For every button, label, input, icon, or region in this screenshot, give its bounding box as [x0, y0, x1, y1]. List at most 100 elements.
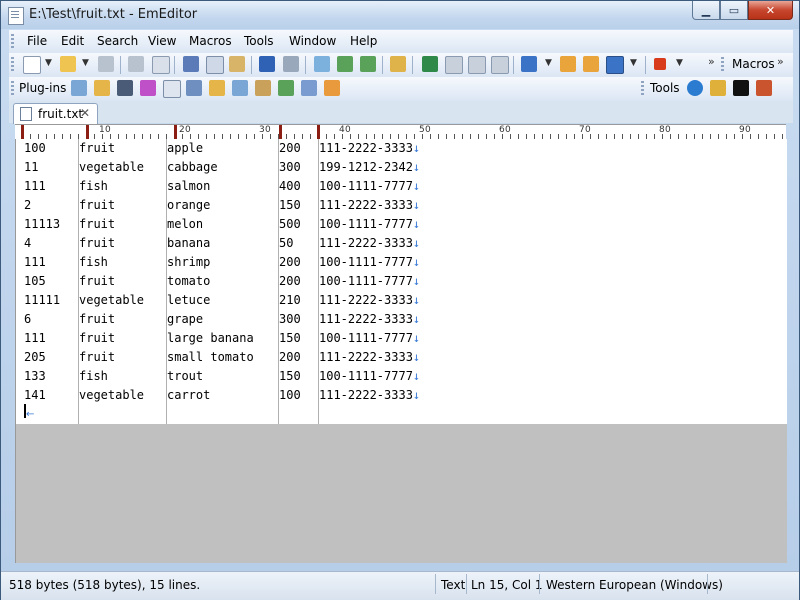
tools-toolbar-grip[interactable] [641, 81, 644, 97]
customize-icon[interactable] [583, 56, 599, 72]
status-separator [435, 574, 436, 594]
list-view-icon[interactable] [422, 56, 438, 72]
menu-tools[interactable]: Tools [244, 34, 274, 48]
cursor-position-status[interactable]: Ln 15, Col 1 [471, 578, 543, 592]
amount-field: 200 [279, 255, 301, 269]
plugins-toolbar: Plug-ins Tools [9, 77, 793, 102]
amount-field: 400 [279, 179, 301, 193]
internet-explorer-icon[interactable] [687, 80, 703, 96]
ruler-number: 0 [745, 125, 751, 135]
config-dropdown-arrow[interactable]: ▼ [545, 58, 552, 68]
menu-grip[interactable] [11, 34, 14, 50]
properties-icon[interactable] [560, 56, 576, 72]
column-ruler[interactable]: 1 0 2 0 3 0 4 0 5 0 6 0 7 0 8 0 9 0 [15, 124, 786, 140]
toolbar-separator [305, 56, 306, 74]
undo-icon[interactable] [259, 56, 275, 72]
cut-icon[interactable] [183, 56, 199, 72]
amount-field: 200 [279, 274, 301, 288]
plugin-character-map-icon[interactable] [140, 80, 156, 96]
plugin-explorer-icon[interactable] [71, 80, 87, 96]
text-editor-area[interactable]: ← 100 fruit apple 200 111-2222-3333↓ 11 vegeta… [15, 139, 787, 563]
title-bar[interactable]: E:\Test\fruit.txt - EmEditor ▁ ▭ ✕ [1, 1, 799, 29]
ruler-column-marker[interactable] [174, 125, 177, 139]
plugin-number-icon[interactable] [324, 80, 340, 96]
ruler-column-marker[interactable] [21, 125, 24, 139]
ruler-number: 0 [345, 125, 351, 135]
tab-fruit-txt[interactable]: fruit.txt ✕ [13, 103, 98, 124]
new-file-icon[interactable] [23, 56, 41, 74]
plugin-outline-icon[interactable] [163, 80, 181, 98]
macros-toolbar-label[interactable]: Macros [732, 57, 775, 71]
code-field: 100-1111-7777↓ [319, 369, 421, 383]
find-icon[interactable] [314, 56, 330, 72]
plugins-toolbar-grip[interactable] [11, 81, 14, 97]
line-end-arrow: ↓ [412, 369, 421, 383]
status-separator [539, 574, 540, 594]
amount-field: 210 [279, 293, 301, 307]
plugin-html-bar-icon[interactable] [255, 80, 271, 96]
record-macro-icon[interactable] [654, 58, 666, 70]
item-field: salmon [167, 179, 211, 193]
open-dropdown-arrow[interactable]: ▼ [82, 58, 89, 68]
ruler-number: 3 [259, 125, 265, 135]
category-field: fruit [79, 350, 116, 364]
external-tool-icon[interactable] [756, 80, 772, 96]
plugin-open-documents-icon[interactable] [209, 80, 225, 96]
checklist-dropdown-arrow[interactable]: ▼ [630, 58, 637, 68]
encoding-status[interactable]: Western European (Windows) [546, 578, 723, 592]
wrap-view-icon[interactable] [468, 56, 486, 74]
text-content[interactable]: ← 100 fruit apple 200 111-2222-3333↓ 11 vegeta… [16, 139, 787, 424]
plugins-toolbar-label[interactable]: Plug-ins [19, 81, 66, 95]
redo-icon[interactable] [283, 56, 299, 72]
save-icon[interactable] [98, 56, 114, 72]
find-next-icon[interactable] [337, 56, 353, 72]
tools-toolbar-label[interactable]: Tools [650, 81, 680, 95]
config-icon[interactable] [521, 56, 537, 72]
id-field: 133 [24, 369, 46, 383]
ruler-column-marker[interactable] [317, 125, 320, 139]
find-previous-icon[interactable] [360, 56, 376, 72]
toolbar-grip[interactable] [11, 57, 14, 73]
command-prompt-icon[interactable] [733, 80, 749, 96]
app-document-icon [8, 7, 24, 25]
menu-search[interactable]: Search [97, 34, 138, 48]
macros-overflow-chevron[interactable]: » [777, 55, 784, 68]
menu-help[interactable]: Help [350, 34, 377, 48]
checklist-icon[interactable] [606, 56, 624, 74]
plugin-find-bar-icon[interactable] [117, 80, 133, 96]
toolbar-overflow-chevron[interactable]: » [708, 55, 715, 68]
panel-view-icon[interactable] [445, 56, 463, 74]
menu-edit[interactable]: Edit [61, 34, 84, 48]
text-mode-status[interactable]: Text [441, 578, 465, 592]
code-field: 111-2222-3333↓ [319, 388, 421, 402]
paste-icon[interactable] [229, 56, 245, 72]
ruler-column-marker[interactable] [279, 125, 282, 139]
plugin-projects-icon[interactable] [94, 80, 110, 96]
menu-view[interactable]: View [148, 34, 176, 48]
plugin-snippets-icon[interactable] [278, 80, 294, 96]
line-end-arrow: ↓ [412, 179, 421, 193]
find-in-files-icon[interactable] [390, 56, 406, 72]
window-title: E:\Test\fruit.txt - EmEditor [29, 7, 198, 22]
macros-toolbar-grip[interactable] [721, 57, 724, 73]
split-view-icon[interactable] [491, 56, 509, 74]
menu-window[interactable]: Window [289, 34, 336, 48]
plugin-comments-icon[interactable] [232, 80, 248, 96]
new-dropdown-arrow[interactable]: ▼ [45, 58, 52, 68]
print-icon[interactable] [128, 56, 144, 72]
upload-icon[interactable] [710, 80, 726, 96]
record-dropdown-arrow[interactable]: ▼ [676, 58, 683, 68]
close-tab-icon[interactable]: ✕ [80, 106, 90, 120]
menu-file[interactable]: File [27, 34, 47, 48]
plugin-word-count-icon[interactable] [186, 80, 202, 96]
open-folder-icon[interactable] [60, 56, 76, 72]
close-window-button[interactable]: ✕ [748, 1, 793, 20]
plugin-web-preview-icon[interactable] [301, 80, 317, 96]
category-field: vegetable [79, 388, 145, 402]
minimize-button[interactable]: ▁ [692, 1, 720, 20]
ruler-column-marker[interactable] [86, 125, 89, 139]
maximize-button[interactable]: ▭ [720, 1, 748, 20]
menu-macros[interactable]: Macros [189, 34, 232, 48]
copy-icon[interactable] [206, 56, 224, 74]
print-preview-icon[interactable] [152, 56, 170, 74]
